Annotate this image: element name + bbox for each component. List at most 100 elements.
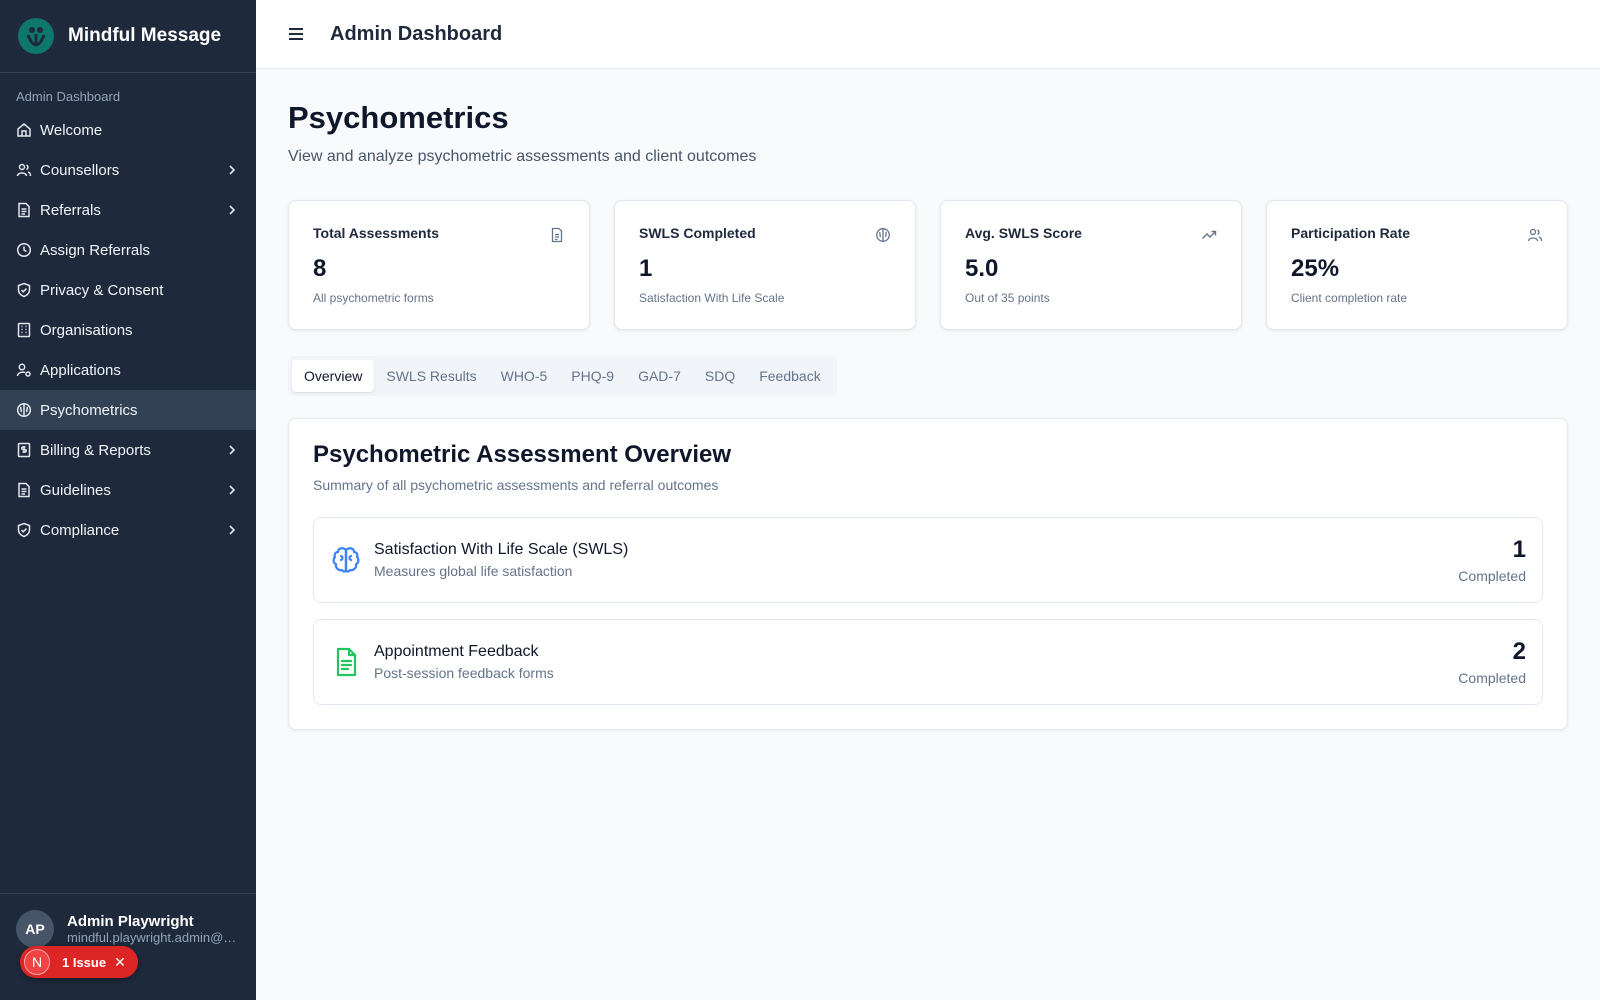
stat-label: Total Assessments (313, 225, 440, 241)
user-cog-icon (16, 362, 32, 378)
stats-row: Total Assessments 8 All psychometric for… (288, 200, 1568, 330)
issue-badge[interactable]: N 1 Issue ✕ (20, 946, 138, 978)
nav-section-label: Admin Dashboard (16, 89, 121, 104)
overview-panel: Psychometric Assessment Overview Summary… (288, 418, 1568, 730)
assessment-description: Post-session feedback forms (374, 665, 554, 681)
tab-overview[interactable]: Overview (292, 360, 375, 392)
tab-feedback[interactable]: Feedback (747, 360, 832, 392)
shield-icon (16, 282, 32, 298)
panel-subtitle: Summary of all psychometric assessments … (313, 477, 719, 493)
assessment-count-label: Completed (1458, 670, 1526, 686)
stat-hint: Satisfaction With Life Scale (639, 291, 785, 305)
stat-value: 8 (313, 255, 327, 282)
user-email: mindful.playwright.admin@f... (67, 930, 237, 945)
file-icon (549, 227, 565, 243)
assessment-name: Satisfaction With Life Scale (SWLS) (374, 541, 629, 558)
tab-swls-results[interactable]: SWLS Results (374, 360, 488, 392)
sidebar-item-label: Organisations (40, 321, 133, 339)
sidebar-footer: AP Admin Playwright mindful.playwright.a… (0, 893, 256, 1000)
clock-icon (16, 242, 32, 258)
sidebar-item-label: Referrals (40, 201, 101, 219)
tab-sdq[interactable]: SDQ (693, 360, 747, 392)
user-name: Admin Playwright (67, 913, 194, 930)
page-subtitle: View and analyze psychometric assessment… (288, 148, 757, 165)
avatar: AP (16, 910, 54, 948)
issue-badge-label: 1 Issue (62, 954, 107, 970)
sidebar-item-welcome[interactable]: Welcome (0, 110, 256, 150)
close-icon[interactable]: ✕ (114, 954, 126, 971)
users-icon (16, 162, 32, 178)
stat-value: 1 (639, 255, 653, 282)
sidebar-item-counsellors[interactable]: Counsellors (0, 150, 256, 190)
sidebar-item-label: Assign Referrals (40, 241, 151, 259)
stat-card-avg-swls-score: Avg. SWLS Score 5.0 Out of 35 points (940, 200, 1242, 330)
stat-label: SWLS Completed (639, 225, 756, 241)
hamburger-icon[interactable] (280, 18, 312, 50)
header-title: Admin Dashboard (330, 22, 503, 45)
stat-label: Participation Rate (1291, 225, 1411, 241)
stat-hint: All psychometric forms (313, 291, 434, 305)
assessment-name: Appointment Feedback (374, 643, 539, 660)
sidebar-item-privacy-consent[interactable]: Privacy & Consent (0, 270, 256, 310)
document-icon (16, 202, 32, 218)
sidebar-item-referrals[interactable]: Referrals (0, 190, 256, 230)
page-title: Psychometrics (288, 100, 509, 135)
tab-phq-9[interactable]: PHQ-9 (559, 360, 626, 392)
issue-badge-logo: N (24, 949, 50, 975)
shield-check-icon (16, 522, 32, 538)
sidebar-item-label: Compliance (40, 521, 120, 539)
stat-hint: Client completion rate (1291, 291, 1408, 305)
home-icon (16, 122, 32, 138)
brand-name: Mindful Message (68, 25, 222, 46)
sidebar-item-label: Privacy & Consent (40, 281, 164, 299)
assessment-count-label: Completed (1458, 568, 1526, 584)
chevron-right-icon (224, 522, 240, 538)
stat-hint: Out of 35 points (965, 291, 1050, 305)
sidebar-item-guidelines[interactable]: Guidelines (0, 470, 256, 510)
panel-title: Psychometric Assessment Overview (313, 441, 731, 468)
trending-up-icon (1201, 227, 1217, 243)
assessment-description: Measures global life satisfaction (374, 563, 573, 579)
sidebar-item-psychometrics[interactable]: Psychometrics (0, 390, 256, 430)
chevron-right-icon (224, 162, 240, 178)
building-icon (16, 322, 32, 338)
stat-value: 5.0 (965, 255, 999, 282)
sidebar-item-billing-reports[interactable]: Billing & Reports (0, 430, 256, 470)
brand-logo-icon (18, 18, 54, 54)
assessment-row-swls[interactable]: Satisfaction With Life Scale (SWLS) Meas… (313, 517, 1543, 603)
sidebar-item-label: Applications (40, 361, 121, 379)
top-bar: Admin Dashboard (256, 0, 1600, 69)
brain-icon (875, 227, 891, 243)
brain-icon (330, 544, 362, 576)
tab-list: Overview SWLS Results WHO-5 PHQ-9 GAD-7 … (288, 356, 837, 396)
brand[interactable]: Mindful Message (0, 0, 256, 73)
file-text-icon (330, 646, 362, 678)
assessment-count: 1 (1512, 536, 1526, 563)
sidebar-item-label: Guidelines (40, 481, 111, 499)
sidebar-item-compliance[interactable]: Compliance (0, 510, 256, 550)
tab-gad-7[interactable]: GAD-7 (626, 360, 693, 392)
assessment-row-feedback[interactable]: Appointment Feedback Post-session feedba… (313, 619, 1543, 705)
sidebar-item-assign-referrals[interactable]: Assign Referrals (0, 230, 256, 270)
main-content: Psychometrics View and analyze psychomet… (288, 100, 1568, 730)
users-icon (1527, 227, 1543, 243)
sidebar-nav: Welcome Counsellors Referrals Assign Ref… (0, 110, 256, 550)
receipt-icon (16, 442, 32, 458)
brain-icon (16, 402, 32, 418)
stat-card-participation-rate: Participation Rate 25% Client completion… (1266, 200, 1568, 330)
sidebar-item-applications[interactable]: Applications (0, 350, 256, 390)
sidebar-item-label: Psychometrics (40, 401, 138, 419)
stat-card-total-assessments: Total Assessments 8 All psychometric for… (288, 200, 590, 330)
sidebar-item-label: Welcome (40, 121, 103, 139)
sidebar-item-label: Billing & Reports (40, 441, 151, 459)
stat-card-swls-completed: SWLS Completed 1 Satisfaction With Life … (614, 200, 916, 330)
assessment-count: 2 (1512, 638, 1526, 665)
sidebar-item-label: Counsellors (40, 161, 120, 179)
chevron-right-icon (224, 202, 240, 218)
document-icon (16, 482, 32, 498)
stat-value: 25% (1291, 255, 1340, 282)
sidebar-item-organisations[interactable]: Organisations (0, 310, 256, 350)
chevron-right-icon (224, 442, 240, 458)
tab-who-5[interactable]: WHO-5 (489, 360, 560, 392)
chevron-right-icon (224, 482, 240, 498)
